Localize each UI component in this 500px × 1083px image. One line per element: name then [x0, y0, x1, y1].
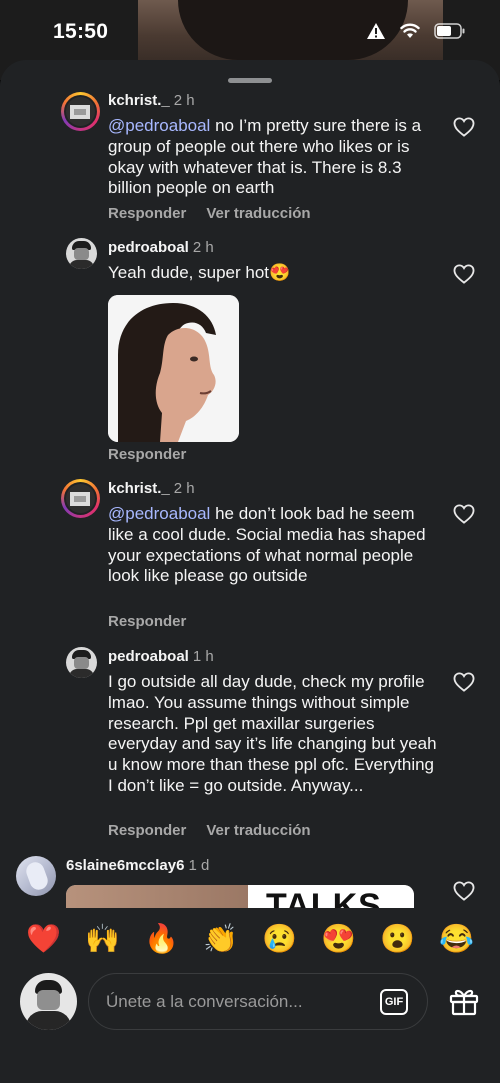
username[interactable]: pedroaboal [108, 239, 189, 256]
reaction-clap[interactable]: 👏 [203, 925, 238, 953]
comment-actions: Responder [108, 613, 186, 630]
reaction-bar: ❤️ 🙌 🔥 👏 😢 😍 😮 😂 [0, 908, 500, 970]
gift-icon[interactable] [448, 985, 480, 1017]
timestamp: 1 d [188, 857, 210, 874]
comment-header: kchrist._ 2 h [108, 480, 195, 497]
heart-icon[interactable] [453, 264, 475, 284]
avatar[interactable] [61, 479, 100, 518]
comment-actions: Responder [108, 446, 186, 463]
heart-icon[interactable] [453, 504, 475, 524]
mention-link[interactable]: @pedroaboal [108, 116, 210, 135]
avatar[interactable] [66, 647, 97, 678]
warning-icon [367, 23, 385, 39]
comment-text: Yeah dude, super hot😍 [108, 263, 291, 282]
comment-input[interactable]: Únete a la conversación... GIF [88, 973, 428, 1030]
username[interactable]: kchrist._ [108, 480, 170, 497]
status-time: 15:50 [53, 20, 109, 43]
status-icons [366, 22, 466, 40]
user-avatar [20, 973, 77, 1030]
timestamp: 1 h [192, 648, 214, 665]
avatar[interactable] [16, 856, 56, 896]
battery-icon [434, 23, 465, 39]
reaction-heart[interactable]: ❤️ [26, 925, 61, 953]
gif-button[interactable]: GIF [380, 989, 408, 1015]
composer-area: ❤️ 🙌 🔥 👏 😢 😍 😮 😂 Únete a la conversación… [0, 908, 500, 1083]
drag-handle[interactable] [228, 78, 272, 83]
reply-button[interactable]: Responder [108, 446, 186, 463]
reaction-cry[interactable]: 😢 [262, 925, 297, 953]
comment-input-placeholder: Únete a la conversación... [106, 992, 303, 1011]
avatar[interactable] [61, 92, 100, 131]
avatar[interactable] [66, 238, 97, 269]
comment-text: @pedroaboal he don’t look bad he seem li… [108, 504, 438, 587]
comment-image[interactable] [108, 295, 239, 442]
username[interactable]: pedroaboal [108, 648, 189, 665]
mention-link[interactable]: @pedroaboal [108, 504, 210, 523]
reaction-laugh[interactable]: 😂 [439, 925, 474, 953]
reply-button[interactable]: Responder [108, 613, 186, 630]
comment-header: pedroaboal 1 h [108, 648, 214, 665]
comment-header: pedroaboal 2 h [108, 239, 214, 256]
comment-actions: Responder Ver traducción [108, 205, 311, 222]
comment-header: 6slaine6mcclay6 1 d [66, 857, 209, 874]
username[interactable]: 6slaine6mcclay6 [66, 857, 184, 874]
wifi-icon [400, 23, 420, 38]
reaction-fire[interactable]: 🔥 [144, 925, 179, 953]
comment-actions: Responder Ver traducción [108, 822, 311, 839]
status-bar: 15:50 [0, 0, 500, 66]
translate-button[interactable]: Ver traducción [206, 205, 310, 222]
timestamp: 2 h [173, 92, 195, 109]
timestamp: 2 h [192, 239, 214, 256]
heart-icon[interactable] [453, 672, 475, 692]
translate-button[interactable]: Ver traducción [206, 822, 310, 839]
reply-button[interactable]: Responder [108, 822, 186, 839]
comment-text: I go outside all day dude, check my prof… [108, 672, 437, 795]
reaction-raised-hands[interactable]: 🙌 [85, 925, 120, 953]
username[interactable]: kchrist._ [108, 92, 170, 109]
reply-button[interactable]: Responder [108, 205, 186, 222]
comment-header: kchrist._ 2 h [108, 92, 195, 109]
reaction-heart-eyes[interactable]: 😍 [321, 925, 356, 953]
timestamp: 2 h [173, 480, 195, 497]
comment-text: @pedroaboal no I’m pretty sure there is … [108, 116, 438, 199]
reaction-surprised[interactable]: 😮 [380, 925, 415, 953]
heart-icon[interactable] [453, 117, 475, 137]
heart-icon[interactable] [453, 881, 475, 901]
